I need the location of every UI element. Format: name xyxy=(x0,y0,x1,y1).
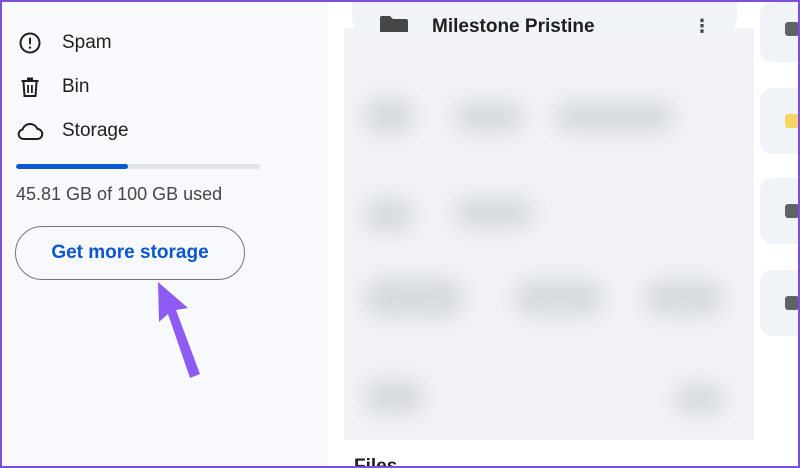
folder-icon xyxy=(785,22,799,36)
spam-icon xyxy=(16,29,44,57)
folder-name: Milestone Pristine xyxy=(432,16,595,37)
bin-icon xyxy=(16,73,44,101)
more-vert-icon[interactable]: ⋮ xyxy=(693,16,711,37)
sidebar-item-spam[interactable]: Spam xyxy=(16,25,112,61)
get-more-storage-button[interactable]: Get more storage xyxy=(15,226,245,280)
side-folder-card[interactable] xyxy=(760,270,800,336)
folder-icon xyxy=(380,16,408,32)
files-heading: Files xyxy=(354,456,398,468)
sidebar-item-storage[interactable]: Storage xyxy=(16,113,129,149)
storage-usage-fill xyxy=(16,164,128,169)
sidebar-item-label: Bin xyxy=(62,76,90,97)
cloud-icon xyxy=(16,117,44,145)
annotation-arrow-icon xyxy=(158,282,200,378)
side-folder-card[interactable] xyxy=(760,2,800,62)
sidebar-item-label: Spam xyxy=(62,32,112,53)
side-folder-card[interactable] xyxy=(760,88,800,154)
storage-usage-bar xyxy=(16,164,260,169)
blurred-file-list xyxy=(344,28,754,440)
side-folder-card[interactable] xyxy=(760,178,800,244)
sidebar-item-label: Storage xyxy=(62,120,129,141)
folder-icon xyxy=(785,204,799,218)
storage-usage-text: 45.81 GB of 100 GB used xyxy=(16,184,223,204)
folder-icon xyxy=(785,114,799,128)
folder-card[interactable]: Milestone Pristine ⋮ xyxy=(352,2,737,37)
sidebar: Spam Bin Storage 45.81 GB of 100 GB used… xyxy=(2,2,328,466)
sidebar-item-bin[interactable]: Bin xyxy=(16,69,89,105)
main-content: Milestone Pristine ⋮ Files xyxy=(328,2,800,468)
folder-icon xyxy=(785,296,799,310)
